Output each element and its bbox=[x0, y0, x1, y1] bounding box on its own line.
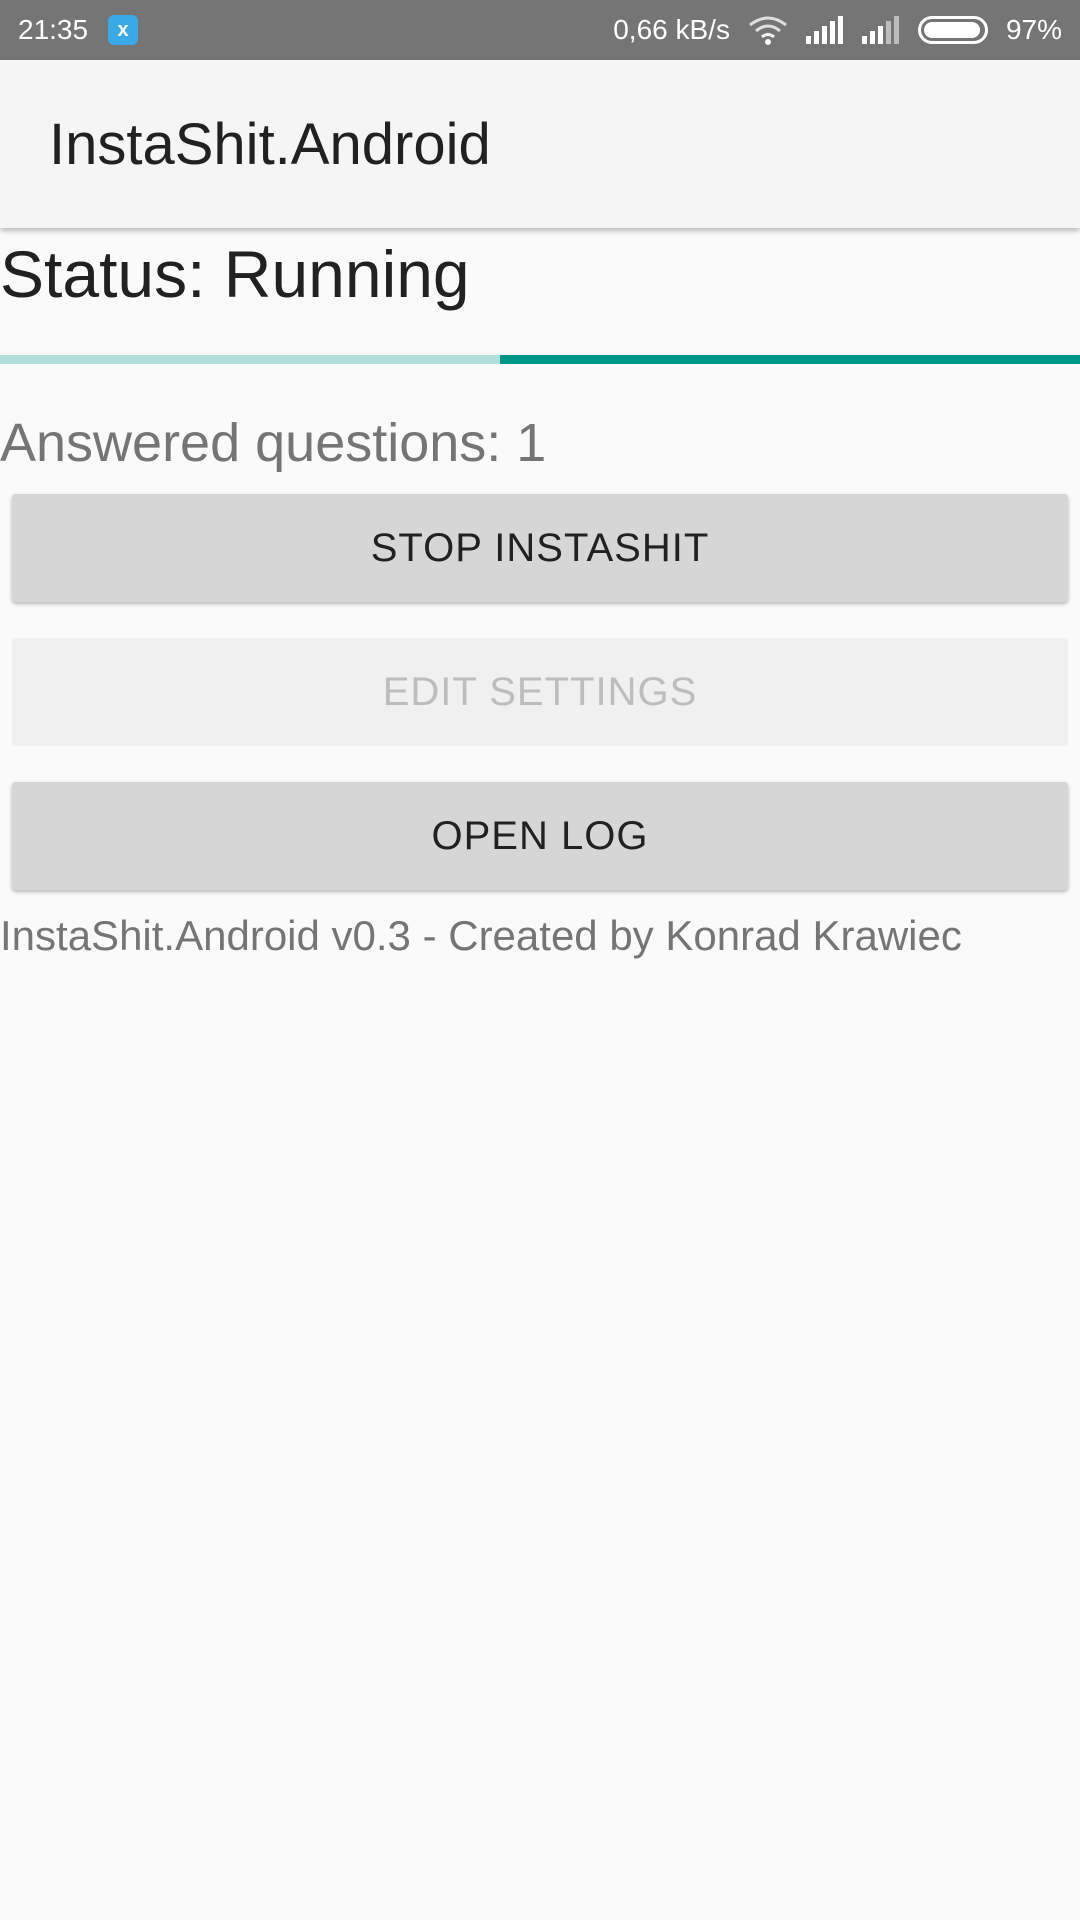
battery-icon bbox=[917, 16, 988, 44]
wifi-icon bbox=[748, 15, 788, 45]
battery-percent: 97% bbox=[1005, 14, 1062, 45]
battery-fill bbox=[923, 22, 981, 38]
status-label: Status: Running bbox=[0, 237, 470, 311]
answered-questions-count: Answered questions: 1 bbox=[0, 413, 547, 473]
open-log-button[interactable]: OPEN LOG bbox=[12, 782, 1068, 890]
signal-icon bbox=[805, 16, 844, 44]
status-time: 21:35 bbox=[18, 14, 89, 45]
app-title: InstaShit.Android bbox=[49, 111, 491, 177]
status-bar: 21:35 x 0,66 kB/s 97% bbox=[0, 0, 1080, 60]
app-bar: InstaShit.Android bbox=[0, 60, 1080, 228]
network-speed: 0,66 kB/s bbox=[613, 14, 730, 45]
indeterminate-progress-bar bbox=[0, 355, 1080, 364]
progress-indicator bbox=[500, 355, 1080, 364]
edit-settings-button: EDIT SETTINGS bbox=[12, 638, 1068, 746]
stop-instashit-button[interactable]: STOP INSTASHIT bbox=[12, 494, 1068, 602]
status-indicators: 0,66 kB/s 97% bbox=[613, 14, 1062, 46]
signal-icon bbox=[861, 16, 900, 44]
xamarin-app-icon: x bbox=[108, 15, 139, 45]
version-credit-text: InstaShit.Android v0.3 - Created by Konr… bbox=[0, 912, 962, 959]
